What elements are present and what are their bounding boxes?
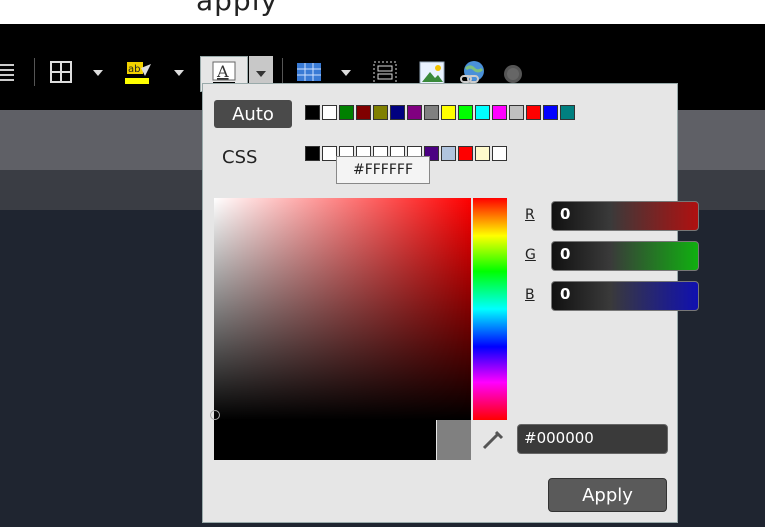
partial-heading-text: apply (196, 0, 279, 17)
color-swatch[interactable] (305, 105, 320, 120)
blue-label: B (525, 287, 535, 303)
saturation-value-picker[interactable] (214, 198, 471, 420)
standard-color-swatches (305, 105, 577, 120)
hue-slider[interactable] (473, 198, 507, 420)
color-swatch[interactable] (390, 105, 405, 120)
previous-color-preview (437, 420, 471, 460)
green-value-field[interactable]: 0 (551, 241, 699, 271)
color-swatch[interactable] (560, 105, 575, 120)
color-swatch[interactable] (509, 105, 524, 120)
toolbar-separator (282, 58, 283, 86)
eyedropper-icon[interactable] (478, 426, 506, 454)
red-label: R (525, 207, 535, 223)
saturation-value-handle[interactable] (210, 410, 220, 420)
css-colors-label: CSS (222, 147, 258, 168)
blue-value-field[interactable]: 0 (551, 281, 699, 311)
color-swatch[interactable] (475, 146, 490, 161)
color-swatch[interactable] (322, 146, 337, 161)
table-icon[interactable] (48, 60, 74, 84)
insert-table-icon[interactable] (294, 60, 324, 84)
color-swatch[interactable] (458, 146, 473, 161)
highlight-dropdown-caret[interactable] (174, 70, 184, 76)
color-swatch[interactable] (356, 105, 371, 120)
auto-color-button[interactable]: Auto (214, 100, 292, 128)
color-swatch[interactable] (543, 105, 558, 120)
hex-color-input[interactable]: #000000 (517, 424, 668, 454)
blue-value: 0 (560, 285, 571, 303)
align-justify-icon[interactable] (0, 62, 14, 82)
color-swatch[interactable] (458, 105, 473, 120)
highlight-color-icon[interactable]: ab (122, 60, 154, 86)
current-color-preview (214, 420, 436, 460)
color-swatch[interactable] (322, 105, 337, 120)
color-tooltip: #FFFFFF (336, 156, 430, 184)
red-value-field[interactable]: 0 (551, 201, 699, 231)
apply-button[interactable]: Apply (548, 478, 667, 512)
color-swatch[interactable] (424, 105, 439, 120)
color-swatch[interactable] (441, 105, 456, 120)
color-swatch[interactable] (492, 105, 507, 120)
svg-text:A: A (216, 62, 229, 81)
color-swatch[interactable] (441, 146, 456, 161)
color-swatch[interactable] (339, 105, 354, 120)
insert-table-dropdown-caret[interactable] (341, 70, 351, 76)
table-dropdown-caret[interactable] (93, 70, 103, 76)
green-label: G (525, 247, 536, 263)
color-swatch[interactable] (492, 146, 507, 161)
red-value: 0 (560, 205, 571, 223)
svg-text:ab: ab (128, 64, 140, 75)
color-swatch[interactable] (526, 105, 541, 120)
color-swatch[interactable] (407, 105, 422, 120)
top-strip: apply (0, 0, 765, 24)
toolbar-separator (34, 58, 35, 86)
color-swatch[interactable] (305, 146, 320, 161)
color-swatch[interactable] (373, 105, 388, 120)
green-value: 0 (560, 245, 571, 263)
color-swatch[interactable] (475, 105, 490, 120)
